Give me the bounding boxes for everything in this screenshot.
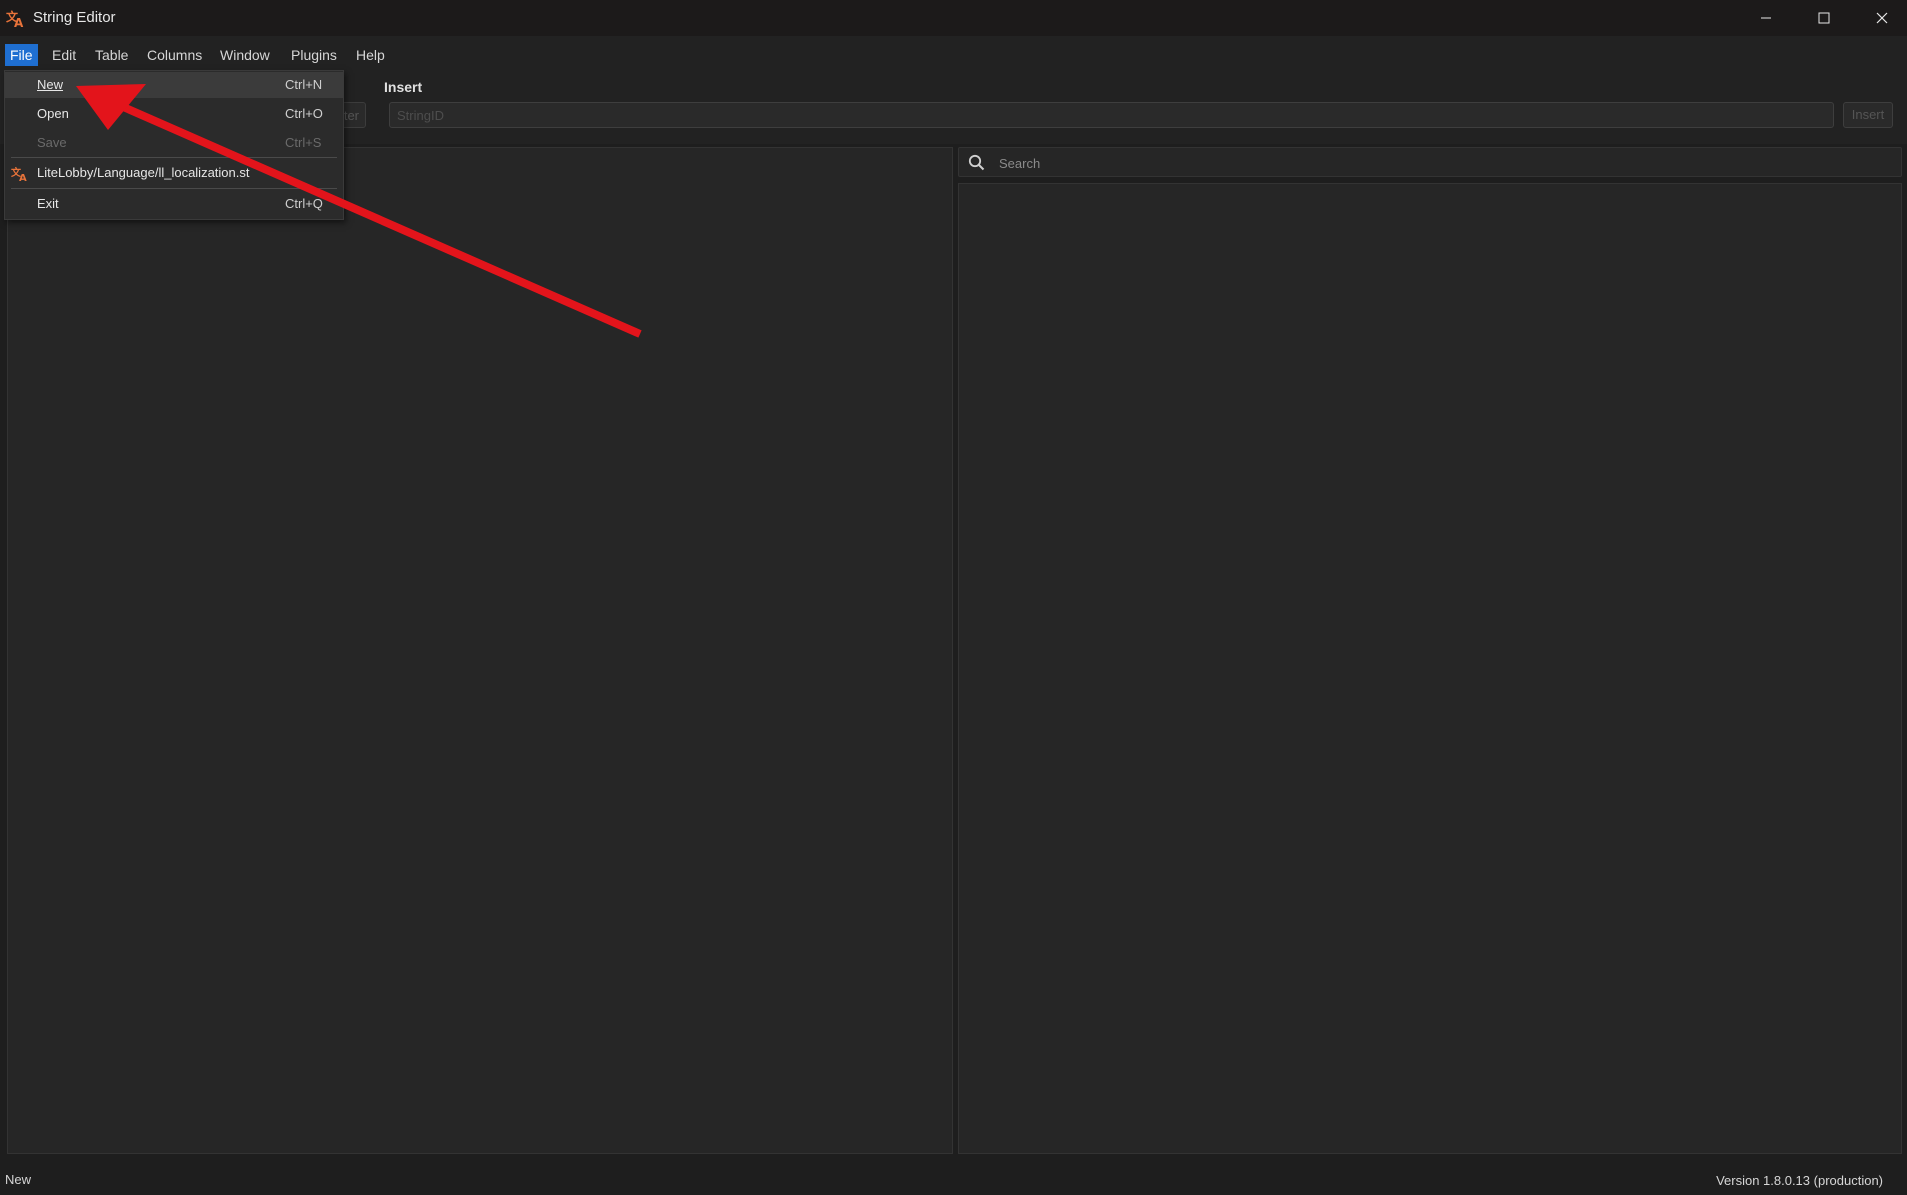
menu-columns[interactable]: Columns <box>142 44 207 66</box>
minimize-button[interactable] <box>1737 0 1795 36</box>
insert-section-label: Insert <box>384 79 423 95</box>
translate-icon: 文 A <box>6 9 24 28</box>
string-table-panel[interactable] <box>7 147 953 1154</box>
maximize-button[interactable] <box>1795 0 1853 36</box>
menu-file[interactable]: File <box>5 44 38 66</box>
menu-item-recent-file[interactable]: 文 A LiteLobby/Language/ll_localization.s… <box>5 160 343 186</box>
string-editor-window: 文 A String Editor File Edit Table Column… <box>0 0 1907 1195</box>
menu-item-label: Open <box>37 106 69 121</box>
search-box[interactable] <box>958 147 1902 177</box>
menu-edit[interactable]: Edit <box>47 44 81 66</box>
svg-text:A: A <box>14 16 24 28</box>
search-input[interactable] <box>997 151 1881 175</box>
menu-item-shortcut: Ctrl+Q <box>285 196 323 211</box>
menu-separator <box>11 157 337 158</box>
menu-item-label: Save <box>37 135 67 150</box>
search-icon <box>968 154 985 171</box>
menu-item-new[interactable]: New Ctrl+N <box>5 72 343 98</box>
menu-item-shortcut: Ctrl+O <box>285 106 323 121</box>
menu-item-shortcut: Ctrl+N <box>285 77 323 92</box>
menu-help[interactable]: Help <box>351 44 390 66</box>
insert-button[interactable]: Insert <box>1843 102 1893 128</box>
menu-separator <box>11 188 337 189</box>
string-id-input[interactable] <box>389 102 1834 128</box>
menu-item-label: LiteLobby/Language/ll_localization.st <box>37 165 250 180</box>
window-title: String Editor <box>33 9 116 26</box>
status-bar: New Version 1.8.0.13 (production) <box>0 1165 1907 1195</box>
menu-table[interactable]: Table <box>90 44 133 66</box>
menu-item-exit[interactable]: Exit Ctrl+Q <box>5 191 343 217</box>
close-button[interactable] <box>1853 0 1907 36</box>
version-text: Version 1.8.0.13 (production) <box>1716 1173 1883 1188</box>
maximize-icon <box>1818 12 1830 24</box>
menu-plugins[interactable]: Plugins <box>286 44 342 66</box>
translate-icon: 文 A <box>11 166 27 181</box>
minimize-icon <box>1761 17 1771 19</box>
menu-item-label: Exit <box>37 196 59 211</box>
menu-window[interactable]: Window <box>215 44 275 66</box>
title-bar: 文 A String Editor <box>0 0 1907 36</box>
menu-item-save[interactable]: Save Ctrl+S <box>5 130 343 156</box>
close-icon <box>1876 12 1888 24</box>
menu-item-shortcut: Ctrl+S <box>285 135 322 150</box>
svg-text:A: A <box>19 173 27 181</box>
file-menu-dropdown: New Ctrl+N Open Ctrl+O Save Ctrl+S 文 A L… <box>4 70 344 220</box>
menu-item-label: New <box>37 77 64 92</box>
status-text: New <box>5 1172 32 1187</box>
details-panel <box>958 147 1902 1154</box>
menu-item-open[interactable]: Open Ctrl+O <box>5 101 343 127</box>
search-results-list[interactable] <box>958 183 1902 1154</box>
